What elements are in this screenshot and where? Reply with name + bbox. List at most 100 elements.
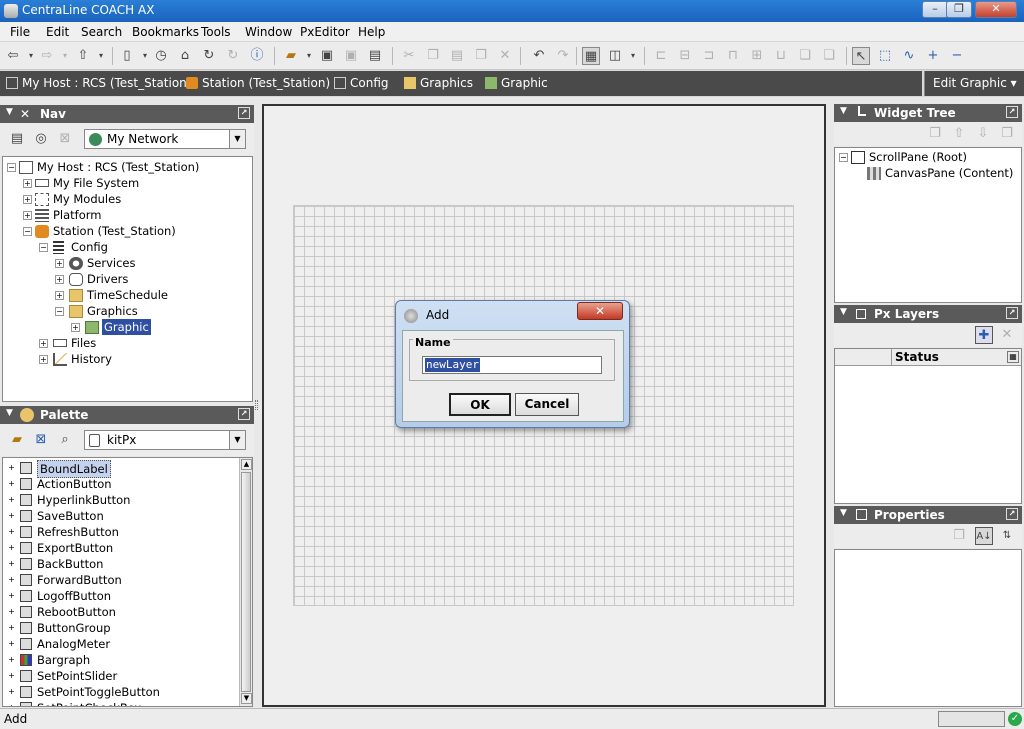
back-icon[interactable]: ⇦ — [4, 47, 22, 65]
layout-icon[interactable]: ◫ — [606, 47, 624, 65]
copy-icon[interactable]: ❐ — [424, 47, 442, 65]
align-center-icon[interactable]: ⊟ — [676, 47, 694, 65]
refresh-icon[interactable]: ↻ — [200, 47, 218, 65]
sort-az-icon[interactable]: A↓ — [975, 527, 993, 545]
status-column-header[interactable]: Status — [895, 350, 939, 364]
align-left-icon[interactable]: ⊏ — [652, 47, 670, 65]
duplicate-icon[interactable]: ❐ — [472, 47, 490, 65]
palette-item[interactable]: + RebootButton — [3, 604, 237, 620]
maximize-icon[interactable]: ↗ — [1006, 307, 1018, 319]
up-level-icon[interactable]: ⇧ — [74, 47, 92, 65]
info-icon[interactable]: ⓘ — [248, 47, 266, 65]
widget-canvaspane[interactable]: CanvasPane (Content) — [835, 165, 1020, 181]
layout-dropdown-icon[interactable]: ▾ — [624, 47, 642, 65]
undo-icon[interactable]: ↶ — [530, 47, 548, 65]
edit-mode-dropdown[interactable]: Edit Graphic ▾ — [924, 71, 1024, 96]
menu-help[interactable]: Help — [358, 25, 385, 39]
maximize-icon[interactable]: ↗ — [238, 408, 250, 420]
network-select[interactable]: My Network ▼ — [84, 129, 246, 149]
palette-item[interactable]: + AnalogMeter — [3, 636, 237, 652]
bring-front-icon[interactable]: ❏ — [796, 47, 814, 65]
collapse-icon[interactable]: ▼ — [840, 508, 847, 518]
collapse-icon[interactable]: ▼ — [6, 408, 13, 418]
open-palette-icon[interactable]: ▰ — [8, 431, 26, 449]
palette-item[interactable]: + LogoffButton — [3, 588, 237, 604]
menu-tools[interactable]: Tools — [201, 25, 231, 39]
crumb-host[interactable]: My Host : RCS (Test_Station) — [6, 76, 191, 90]
crumb-station[interactable]: Station (Test_Station) — [186, 76, 330, 90]
group-icon[interactable]: ❐ — [998, 125, 1016, 143]
align-right-icon[interactable]: ⊐ — [700, 47, 718, 65]
add-point-icon[interactable]: + — [924, 47, 942, 65]
maximize-icon[interactable]: ↗ — [1006, 106, 1018, 118]
home-icon[interactable]: ⌂ — [176, 47, 194, 65]
save-icon[interactable]: ▣ — [318, 47, 336, 65]
redo-icon[interactable]: ↷ — [554, 47, 572, 65]
tree-item-config[interactable]: − Config — [3, 239, 251, 255]
expand-all-icon[interactable]: ❐ — [950, 527, 968, 545]
marquee-tool-icon[interactable]: ⬚ — [876, 47, 894, 65]
maximize-icon[interactable]: ↗ — [238, 107, 250, 119]
palette-item[interactable]: + SaveButton — [3, 508, 237, 524]
close-button[interactable]: ✕ — [975, 1, 1017, 18]
crumb-graphics[interactable]: Graphics — [404, 76, 473, 90]
remove-point-icon[interactable]: − — [948, 47, 966, 65]
ok-button[interactable]: OK — [449, 393, 511, 416]
reload-icon[interactable]: ↻ — [224, 47, 242, 65]
palette-item[interactable]: + ButtonGroup — [3, 620, 237, 636]
grid-toggle-icon[interactable]: ▦ — [582, 47, 600, 65]
select-tool-icon[interactable]: ↖ — [852, 47, 870, 65]
palette-item[interactable]: + BackButton — [3, 556, 237, 572]
palette-item[interactable]: + HyperlinkButton — [3, 492, 237, 508]
move-down-icon[interactable]: ⇩ — [974, 125, 992, 143]
column-chooser-icon[interactable]: ▦ — [1007, 351, 1019, 363]
align-bottom-icon[interactable]: ⊔ — [772, 47, 790, 65]
palette-item[interactable]: + SetPointToggleButton — [3, 684, 237, 700]
tree-item-timeschedule[interactable]: + TimeSchedule — [3, 287, 251, 303]
crumb-config[interactable]: Config — [334, 76, 389, 90]
widget-scrollpane[interactable]: − ScrollPane (Root) — [835, 149, 1020, 165]
cancel-button[interactable]: Cancel — [515, 393, 579, 416]
palette-scrollbar[interactable]: ▲ ▼ — [239, 458, 252, 706]
collapse-icon[interactable]: ▼ — [840, 307, 847, 317]
palette-item[interactable]: + BoundLabel — [3, 460, 237, 478]
forward-dropdown-icon[interactable]: ▾ — [56, 47, 74, 65]
tree-item-services[interactable]: + Services — [3, 255, 251, 271]
close-tab-icon[interactable]: ⊠ — [56, 130, 74, 148]
side-bar-icon[interactable]: ▯ — [118, 47, 136, 65]
menu-edit[interactable]: Edit — [46, 25, 69, 39]
path-tool-icon[interactable]: ∿ — [900, 47, 918, 65]
scrollbar-thumb[interactable] — [241, 472, 251, 692]
palette-item[interactable]: +SetPointCheckBox — [3, 700, 237, 706]
tree-item-modules[interactable]: + My Modules — [3, 191, 251, 207]
dialog-close-button[interactable]: ✕ — [577, 302, 623, 320]
menu-window[interactable]: Window — [245, 25, 292, 39]
open-dropdown-icon[interactable]: ▾ — [300, 47, 318, 65]
tree-item-station[interactable]: − Station (Test_Station) — [3, 223, 251, 239]
minimize-button[interactable]: – — [922, 1, 948, 18]
tree-item-filesystem[interactable]: + My File System — [3, 175, 251, 191]
copy-widget-icon[interactable]: ❐ — [926, 125, 944, 143]
new-document-icon[interactable]: ▤ — [8, 130, 26, 148]
search-icon[interactable]: ⌕ — [56, 431, 74, 449]
maximize-icon[interactable]: ↗ — [1006, 508, 1018, 520]
send-back-icon[interactable]: ❏ — [820, 47, 838, 65]
move-up-icon[interactable]: ⇧ — [950, 125, 968, 143]
palette-item[interactable]: + RefreshButton — [3, 524, 237, 540]
menu-bookmarks[interactable]: Bookmarks — [132, 25, 199, 39]
crumb-graphic[interactable]: Graphic — [485, 76, 548, 90]
tree-item-drivers[interactable]: + Drivers — [3, 271, 251, 287]
sort-order-icon[interactable]: ⇅ — [998, 527, 1016, 545]
up-dropdown-icon[interactable]: ▾ — [92, 47, 110, 65]
save-all-icon[interactable]: ▣ — [342, 47, 360, 65]
close-palette-icon[interactable]: ⊠ — [32, 431, 50, 449]
collapse-icon[interactable]: ▼ — [6, 107, 13, 117]
forward-icon[interactable]: ⇨ — [38, 47, 56, 65]
palette-item[interactable]: + SetPointSlider — [3, 668, 237, 684]
tree-item-graphic[interactable]: + Graphic — [3, 319, 251, 335]
history-icon[interactable]: ◷ — [152, 47, 170, 65]
menu-pxeditor[interactable]: PxEditor — [300, 25, 350, 39]
maximize-button[interactable]: ❐ — [946, 1, 972, 18]
remove-layer-icon[interactable]: ✕ — [998, 326, 1016, 344]
tree-item-history[interactable]: + History — [3, 351, 251, 367]
